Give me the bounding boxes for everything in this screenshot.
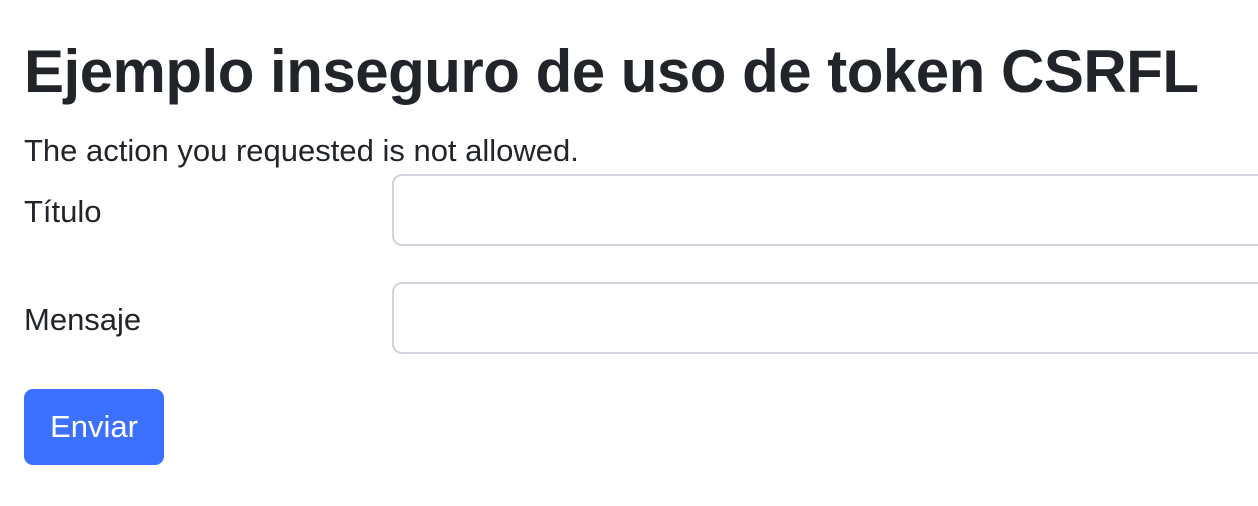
error-message: The action you requested is not allowed. xyxy=(24,133,579,168)
page-title: Ejemplo inseguro de uso de token CSRFL xyxy=(24,38,1199,105)
titulo-label: Título xyxy=(24,194,102,229)
page-container: Ejemplo inseguro de uso de token CSRFL T… xyxy=(24,0,1258,506)
titulo-input[interactable] xyxy=(392,174,1258,246)
mensaje-label: Mensaje xyxy=(24,302,142,337)
submit-button[interactable]: Enviar xyxy=(24,389,164,465)
mensaje-input[interactable] xyxy=(392,282,1258,354)
